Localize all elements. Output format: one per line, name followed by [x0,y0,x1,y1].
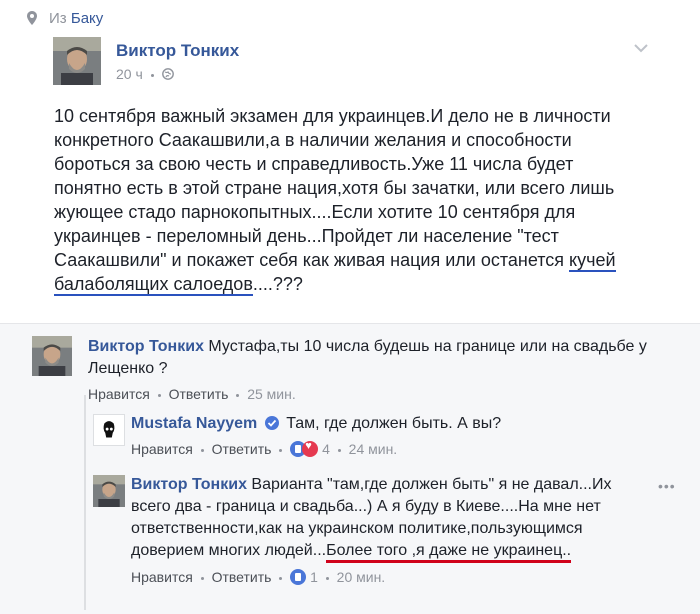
meta-dot [279,448,283,452]
verified-badge-icon [264,415,279,430]
comment-1-actions: Нравится Ответить 25 мин. [88,386,296,402]
meta-dot [279,576,283,580]
meta-dot [236,393,240,397]
like-button[interactable]: Нравится [131,441,193,457]
post-line: 10 сентября важный экзамен для украинцев… [54,106,611,126]
location-pin-icon [27,11,37,25]
comment-text: доверием многих людей... [131,542,327,559]
reply-avatar[interactable] [93,414,125,446]
reply-button[interactable]: Ответить [169,386,229,402]
reaction-count[interactable]: 1 [310,569,318,585]
reaction-count[interactable]: 4 [322,441,330,457]
post-line: украинцев - переломный день...Пройдет ли… [54,226,559,246]
like-button[interactable]: Нравится [131,569,193,585]
location-prefix: Из [49,10,67,27]
reply-button[interactable]: Ответить [212,441,272,457]
post-meta: 20 ч [116,66,174,82]
comment-author-name[interactable]: Виктор Тонких [88,338,204,355]
meta-dot [337,448,341,452]
meta-dot [157,393,161,397]
comment-text: Мустафа,ты 10 числа будешь на границе ил… [208,338,647,355]
reply-2-body: Виктор Тонких Варианта "там,где должен б… [131,474,671,563]
reply-button[interactable]: Ответить [212,569,272,585]
comment-text: Там, где должен быть. А вы? [286,415,502,432]
post-author-name[interactable]: Виктор Тонких [116,41,239,61]
comment-text: всего два - граница и свадьба...) А я бу… [131,498,601,515]
comment-text: ответственности,как на украинском полити… [131,520,583,537]
location-link[interactable]: Баку [71,10,103,27]
comment-timestamp[interactable]: 25 мин. [247,386,296,402]
meta-dot [325,576,329,580]
meta-dot [200,576,204,580]
reply-avatar[interactable] [93,475,125,507]
underlined-phrase-1: кучей [569,250,616,272]
comment-text: Лещенко ? [88,360,168,377]
like-button[interactable]: Нравится [88,386,150,402]
comment-author-name[interactable]: Mustafa Nayyem [131,415,257,432]
love-reaction-icon[interactable] [302,440,319,457]
underlined-phrase-red: Более того ,я даже не украинец.. [326,542,572,563]
reply-1-actions: Нравится Ответить 4 24 мин. [131,440,398,457]
like-reaction-icon[interactable] [290,569,307,585]
reply-1-body: Mustafa Nayyem Там, где должен быть. А в… [131,413,671,435]
post-body: 10 сентября важный экзамен для украинцев… [54,104,674,296]
post-line: понятно есть в этой стране нация,хотя бы… [54,178,615,198]
post-line: конкретного Саакашвили,а в наличии желан… [54,130,572,150]
reply-2-actions: Нравится Ответить 1 20 мин. [131,569,385,585]
comment-author-name[interactable]: Виктор Тонких [131,476,247,493]
post-tail: ....??? [252,274,303,294]
comment-timestamp[interactable]: 20 мин. [337,569,386,585]
post-line-7: Саакашвили" и покажет себя как живая нац… [54,248,674,272]
reply-thread-line [84,395,86,610]
comment-text: Варианта "там,где должен быть" я не дава… [251,476,612,493]
location-line: Из Баку [27,10,103,27]
post-line: бороться за свою честь и справедливость.… [54,154,574,174]
comment-1-body: Виктор Тонких Мустафа,ты 10 числа будешь… [88,336,688,380]
comment-avatar[interactable] [32,336,72,376]
post-author-avatar[interactable] [53,37,101,85]
chevron-down-icon[interactable] [634,40,648,53]
meta-dot [150,73,154,77]
post-line: жующее стадо парнокопытных....Если хотит… [54,202,576,222]
meta-dot [200,448,204,452]
post-line-8: балаболящих салоедов....??? [54,272,674,296]
underlined-phrase-2: балаболящих салоедов [54,274,253,296]
comment-timestamp[interactable]: 24 мин. [349,441,398,457]
globe-icon [161,67,174,80]
post-line: Саакашвили" и покажет себя как живая нац… [54,250,570,270]
post-timestamp[interactable]: 20 ч [116,66,143,82]
